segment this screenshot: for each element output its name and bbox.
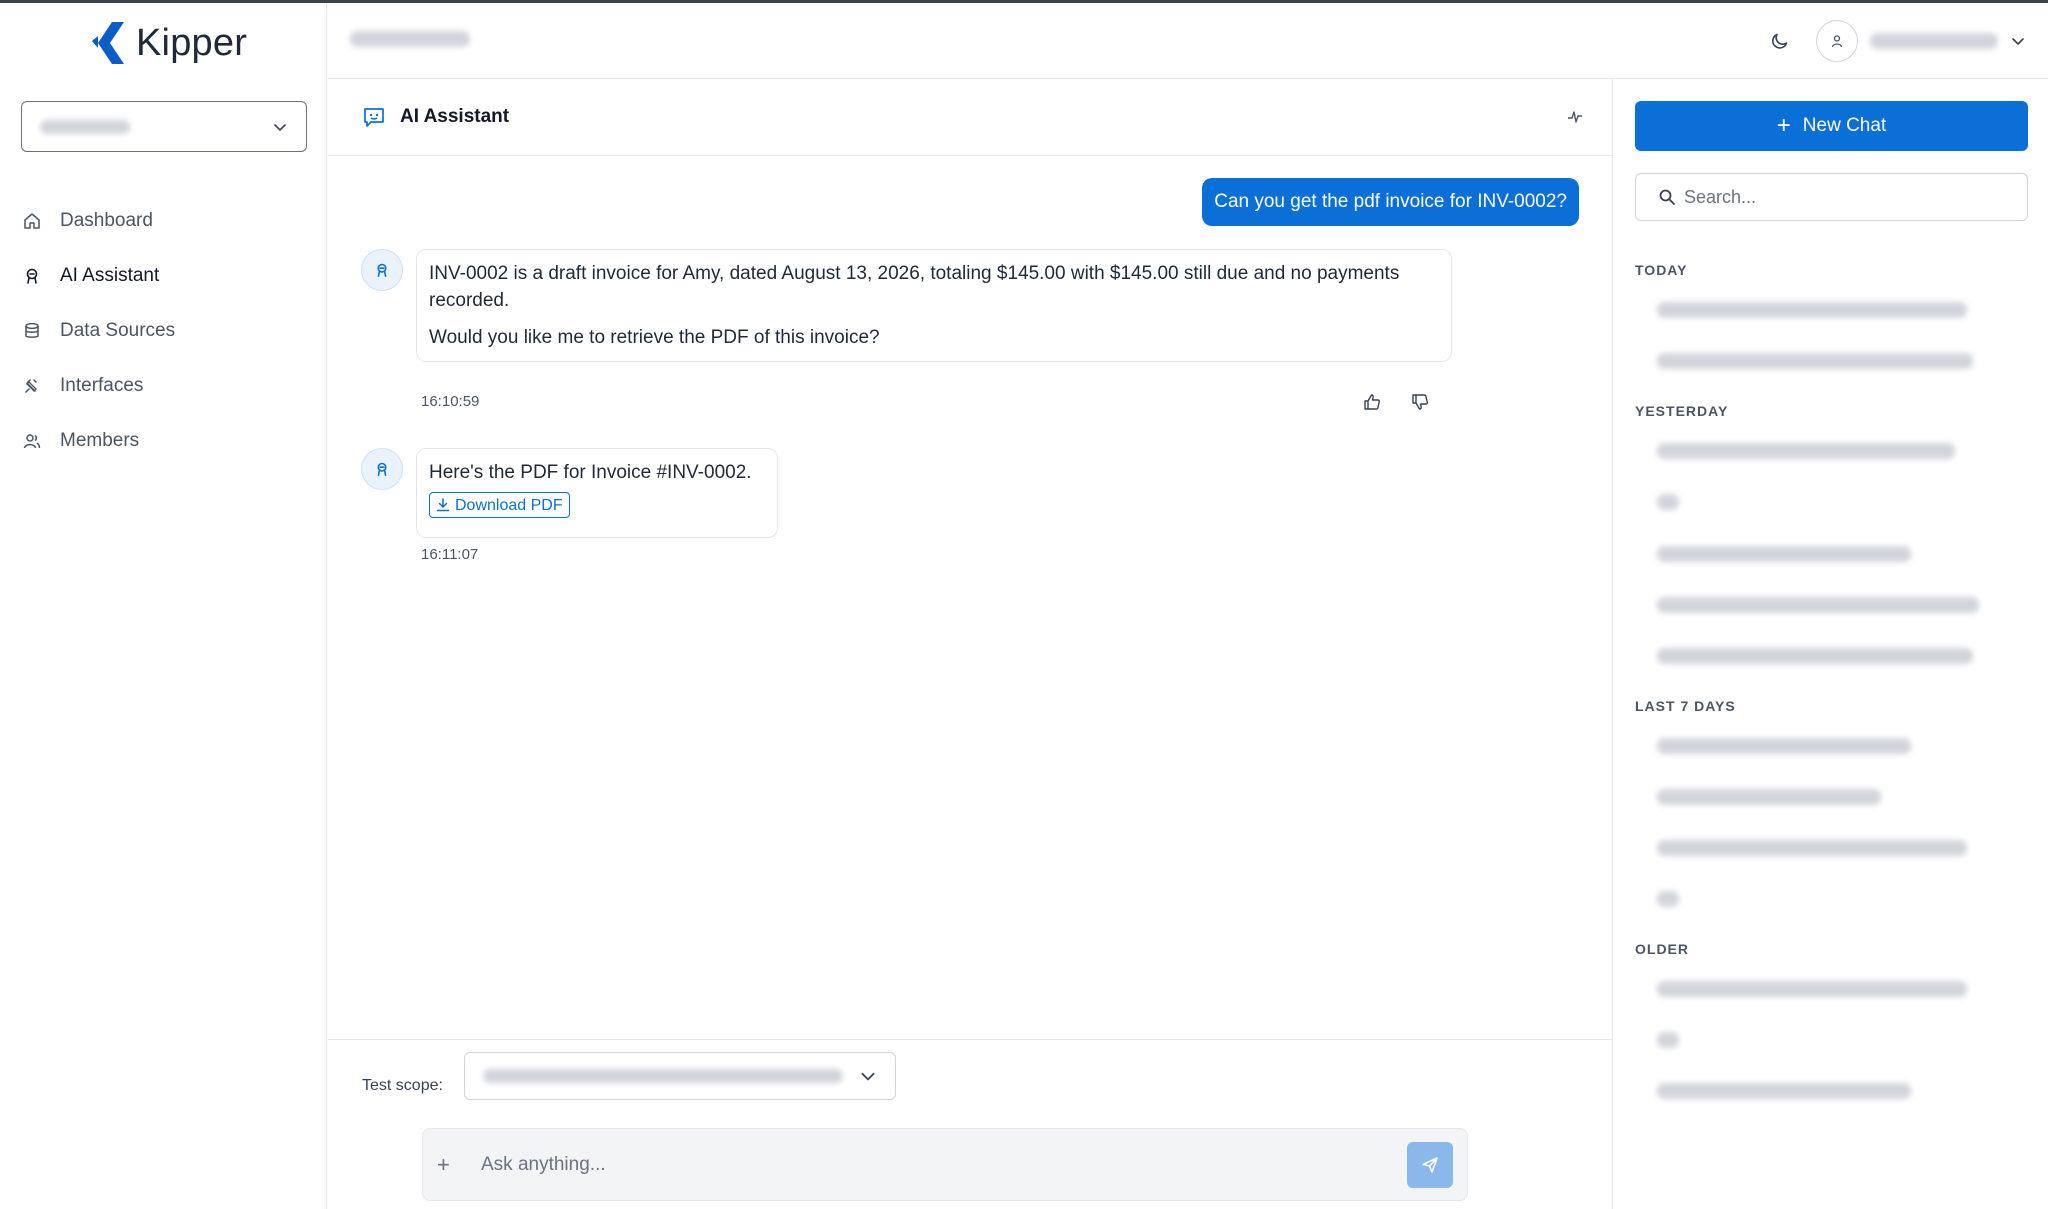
message-timestamp: 16:11:07 (421, 546, 479, 563)
top-bar (328, 3, 2048, 79)
thumbs-down-icon[interactable] (1408, 390, 1432, 414)
composer-area: Test scope: + Ask anything... (328, 1039, 1612, 1209)
user-icon (1831, 35, 1843, 48)
organization-select[interactable] (21, 101, 307, 152)
history-item[interactable] (1657, 1081, 1911, 1101)
message-input[interactable]: Ask anything... (481, 1154, 1407, 1176)
sidebar-item-ai-assistant[interactable]: AI Assistant (22, 248, 312, 303)
top-bar-actions (1770, 19, 2026, 63)
user-message: Can you get the pdf invoice for INV-0002… (1202, 178, 1579, 226)
history-item[interactable] (1657, 544, 1911, 564)
chat-title-text: AI Assistant (400, 106, 510, 127)
user-name-redacted[interactable] (1870, 33, 1998, 49)
download-pdf-button[interactable]: Download PDF (429, 492, 570, 518)
organization-name-redacted (40, 119, 130, 134)
history-item[interactable] (1657, 787, 1881, 807)
kipper-logo-icon (92, 22, 124, 64)
send-icon (1422, 1156, 1438, 1173)
assistant-avatar (361, 249, 403, 291)
chat-bubble-icon (362, 105, 386, 129)
assistant-message: INV-0002 is a draft invoice for Amy, dat… (416, 249, 1452, 362)
sidebar-item-dashboard[interactable]: Dashboard (22, 193, 312, 248)
history-search-input[interactable]: Search... (1635, 173, 2028, 221)
sidebar-item-label: Dashboard (60, 209, 153, 231)
assistant-icon (22, 266, 42, 286)
users-icon (22, 431, 42, 451)
history-group-label: YESTERDAY (1635, 403, 1729, 419)
history-item[interactable] (1657, 979, 1967, 999)
history-item[interactable] (1657, 441, 1955, 461)
assistant-icon (377, 263, 387, 278)
attach-plus-icon[interactable]: + (437, 1152, 461, 1178)
message-composer: + Ask anything... (422, 1128, 1468, 1201)
sidebar-item-members[interactable]: Members (22, 413, 312, 468)
assistant-message-paragraph: INV-0002 is a draft invoice for Amy, dat… (429, 263, 1400, 311)
new-chat-button[interactable]: + New Chat (1635, 101, 2028, 151)
history-item[interactable] (1657, 646, 1973, 666)
history-group-label: LAST 7 DAYS (1635, 698, 1736, 714)
chat-title: AI Assistant (362, 105, 509, 129)
plug-icon (22, 376, 42, 396)
sidebar-item-label: Members (60, 429, 140, 451)
history-item[interactable] (1657, 351, 1973, 371)
chevron-down-icon (861, 1072, 875, 1081)
history-item[interactable] (1657, 736, 1911, 756)
chat-history-panel: + New Chat Search... TODAY YESTERDAY LAS… (1612, 79, 2048, 1209)
download-icon (436, 498, 450, 512)
breadcrumb (350, 31, 470, 52)
app-name: Kipper (136, 21, 248, 64)
chat-header: AI Assistant (328, 79, 1612, 156)
sidebar-nav: Dashboard AI Assistant Data Sources Inte… (22, 193, 312, 468)
search-placeholder: Search... (1684, 186, 1757, 207)
avatar[interactable] (1816, 20, 1858, 62)
history-item[interactable] (1657, 300, 1967, 320)
new-chat-label: New Chat (1802, 115, 1887, 136)
history-group-label: OLDER (1635, 941, 1689, 957)
assistant-avatar (361, 448, 403, 490)
activity-icon[interactable] (1566, 108, 1584, 126)
home-icon (22, 211, 42, 231)
user-message-text: Can you get the pdf invoice for INV-0002… (1214, 191, 1567, 212)
assistant-message-text: Here's the PDF for Invoice #INV-0002. (429, 462, 752, 483)
feedback-controls (1360, 390, 1432, 414)
history-item[interactable] (1657, 838, 1967, 858)
sidebar-item-interfaces[interactable]: Interfaces (22, 358, 312, 413)
history-item[interactable] (1657, 492, 1679, 512)
plus-icon: + (1776, 112, 1791, 139)
breadcrumb-redacted (350, 31, 470, 47)
app-logo[interactable]: Kipper (84, 19, 247, 67)
test-scope-select[interactable] (464, 1052, 896, 1100)
search-icon (1659, 189, 1675, 205)
history-item[interactable] (1657, 1030, 1679, 1050)
sidebar-item-label: AI Assistant (60, 264, 160, 286)
sidebar-item-data-sources[interactable]: Data Sources (22, 303, 312, 358)
chat-panel: AI Assistant Can you get the pdf invoice… (328, 79, 1612, 1209)
moon-icon[interactable] (1770, 31, 1790, 51)
chevron-down-icon[interactable] (2010, 33, 2026, 49)
chevron-down-icon (274, 123, 286, 131)
assistant-icon (377, 462, 387, 477)
assistant-message: Here's the PDF for Invoice #INV-0002. Do… (416, 448, 778, 538)
history-group-label: TODAY (1635, 262, 1688, 278)
download-pdf-label: Download PDF (455, 496, 563, 514)
history-item[interactable] (1657, 889, 1679, 909)
sidebar-item-label: Interfaces (60, 374, 144, 396)
database-icon (22, 321, 42, 341)
thumbs-up-icon[interactable] (1360, 390, 1384, 414)
history-item[interactable] (1657, 595, 1979, 615)
sidebar: Kipper Dashboard AI Assistant Data Sourc… (0, 3, 327, 1209)
test-scope-value-redacted (483, 1069, 843, 1083)
sidebar-item-label: Data Sources (60, 319, 176, 341)
message-timestamp: 16:10:59 (421, 393, 480, 410)
assistant-message-paragraph: Would you like me to retrieve the PDF of… (429, 327, 880, 348)
send-button[interactable] (1407, 1141, 1453, 1188)
test-scope-label: Test scope: (362, 1077, 443, 1094)
